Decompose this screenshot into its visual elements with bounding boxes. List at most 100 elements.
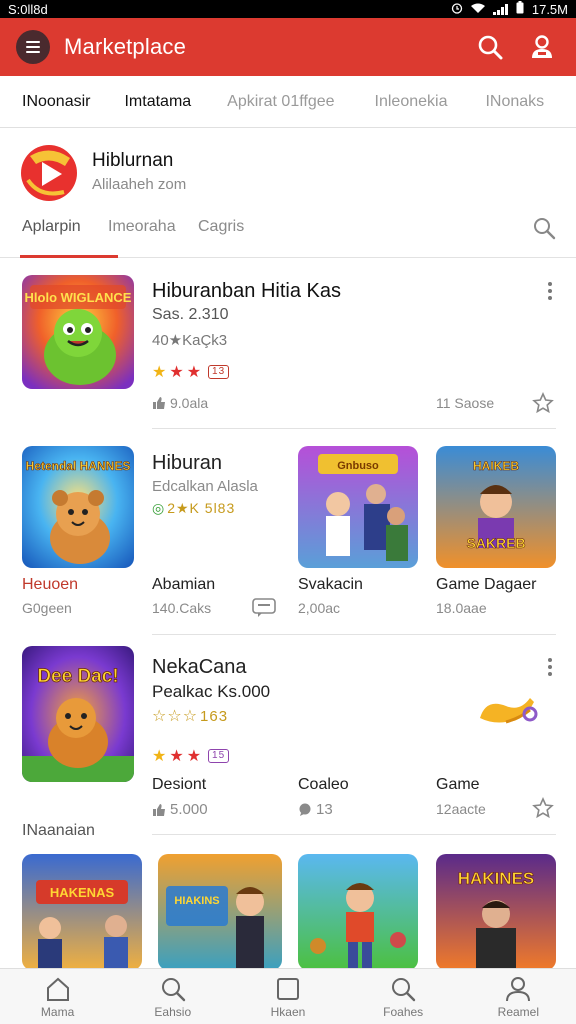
bottom-navigation: Mama Eahsio Hkaen Foahes Reamel xyxy=(0,968,576,1024)
svg-text:SAKREB: SAKREB xyxy=(466,535,525,551)
alarm-icon xyxy=(451,2,463,17)
app-thumbnail[interactable]: Hetendal HANNES xyxy=(22,446,134,568)
app-title[interactable]: NekaCana xyxy=(152,656,247,679)
app-bar: Marketplace xyxy=(0,18,576,76)
chat-icon[interactable] xyxy=(252,598,276,623)
star-outline-icon xyxy=(532,797,554,819)
app-label-6: Coaleo xyxy=(298,776,349,793)
bookmark-button[interactable] xyxy=(532,392,554,419)
svg-text:HAKENAS: HAKENAS xyxy=(50,885,115,900)
developer-tabs: Aplarpin Imeoraha Cagris xyxy=(0,210,576,258)
svg-text:HIAKINS: HIAKINS xyxy=(174,895,219,907)
tab-reviews[interactable]: Imeoraha xyxy=(108,218,176,236)
svg-text:HAIKEB: HAIKEB xyxy=(473,459,519,473)
featured-app-thumbnail[interactable]: Hlolo WIGLANCE xyxy=(22,275,134,389)
svg-text:HAKINES: HAKINES xyxy=(458,869,535,888)
developer-name: Hiblurnan xyxy=(92,150,174,171)
tab-indicator xyxy=(20,255,118,258)
nav-home[interactable]: Mama xyxy=(13,969,103,1024)
carrier-text: S:0ll8d xyxy=(8,1,48,17)
app-label-7: Game xyxy=(436,776,480,793)
profile-icon xyxy=(506,977,531,1002)
thumbs-up-icon xyxy=(153,397,165,409)
tab-category-2[interactable]: Imtatama xyxy=(90,93,191,111)
battery-icon xyxy=(516,1,524,17)
tab-category-5[interactable]: INonaks xyxy=(447,93,544,111)
app-rating: ★ ★ ★ 15 xyxy=(152,746,230,766)
app-title[interactable]: Hiburan xyxy=(152,452,222,475)
nav-search[interactable]: Eahsio xyxy=(128,969,218,1024)
rating-badge: 13 xyxy=(208,365,230,379)
square-icon xyxy=(276,978,299,1000)
app-label-1: Heuoen xyxy=(22,576,79,593)
app-price: Pealkac Ks.000 xyxy=(152,682,271,701)
rating-badge: 15 xyxy=(208,749,230,763)
search-icon xyxy=(161,978,185,1002)
search-icon xyxy=(478,35,503,60)
tab-categories[interactable]: Cagris xyxy=(198,218,244,236)
more-options-button[interactable] xyxy=(544,282,556,300)
featured-app-downloads: 9.0ala xyxy=(152,395,208,411)
category-tabs: INoonasir Imtatama Apkirat 01ffgee Inleo… xyxy=(0,76,576,128)
featured-app-price: Sas. 2.310 xyxy=(152,306,229,323)
app-thumbnail-6[interactable]: HIAKINS xyxy=(158,854,282,970)
app-label-2: Abamian xyxy=(152,576,216,593)
section-label: INaanaian xyxy=(22,822,95,839)
app-thumbnail-7[interactable] xyxy=(298,854,418,970)
developer-subtitle: Alilaaheh zom xyxy=(92,176,187,193)
app-sublabel-1: G0geen xyxy=(22,600,72,616)
more-options-button[interactable] xyxy=(544,658,556,676)
app-sublabel-2: 140.Caks xyxy=(152,600,212,616)
featured-app-title[interactable]: Hiburanban Hitia Kas xyxy=(152,280,341,303)
star-outline-icon xyxy=(532,392,554,414)
app-rating-row: ☆☆☆ 163 xyxy=(152,707,229,726)
developer-search-button[interactable] xyxy=(532,216,556,245)
wifi-icon xyxy=(470,2,485,17)
app-label-5: Desiont xyxy=(152,776,207,793)
divider xyxy=(152,834,556,835)
tab-category-1[interactable]: INoonasir xyxy=(0,93,90,111)
account-icon xyxy=(532,35,552,58)
nav-discover[interactable]: Foahes xyxy=(358,969,448,1024)
search-button[interactable] xyxy=(472,29,508,65)
app-thumbnail-3[interactable]: HAIKEB SAKREB xyxy=(436,446,556,568)
app-thumbnail-2[interactable]: Gnbuso xyxy=(298,446,418,568)
app-label-4: Game Dagaer xyxy=(436,576,537,593)
svg-text:Hetendal HANNES: Hetendal HANNES xyxy=(26,459,131,473)
app-sublabel-7: 12aacte xyxy=(436,801,486,817)
svg-text:Hlolo WIGLANCE: Hlolo WIGLANCE xyxy=(25,290,132,305)
featured-app-rank: 40★KaÇk3 xyxy=(152,332,228,349)
app-title: Marketplace xyxy=(64,34,187,59)
nav-library[interactable]: Hkaen xyxy=(243,969,333,1024)
app-label-3: Svakacin xyxy=(298,576,363,593)
menu-button[interactable] xyxy=(16,30,50,64)
app-thumbnail-8[interactable]: HAKINES xyxy=(436,854,556,970)
genie-lamp-icon xyxy=(476,688,538,737)
tab-apps[interactable]: Aplarpin xyxy=(22,218,81,236)
status-bar: S:0ll8d 17.5M xyxy=(0,0,576,18)
app-subtitle: Edcalkan Alasla xyxy=(152,478,258,495)
divider xyxy=(152,634,556,635)
account-button[interactable] xyxy=(524,29,560,65)
app-thumbnail-4[interactable]: Dee Dac! xyxy=(22,646,134,782)
search-icon xyxy=(534,218,556,240)
search-icon xyxy=(392,978,416,1002)
developer-header: Hiblurnan Alilaaheh zom Aplarpin Imeorah… xyxy=(0,128,576,258)
app-comments: 13 xyxy=(298,801,333,818)
tab-category-3[interactable]: Apkirat 01ffgee xyxy=(191,93,334,111)
nav-profile[interactable]: Reamel xyxy=(473,969,563,1024)
featured-app-size: 11 Saose xyxy=(436,395,495,411)
tab-category-4[interactable]: Inleonekia xyxy=(335,93,448,111)
bookmark-button[interactable] xyxy=(532,797,554,824)
app-thumbnail-5[interactable]: HAKENAS xyxy=(22,854,142,970)
comment-icon xyxy=(299,803,311,816)
app-meta: ◎ 2★K 5l83 xyxy=(152,500,236,516)
divider xyxy=(152,428,556,429)
featured-app-rating: ★ ★ ★ 13 xyxy=(152,362,230,382)
svg-text:Gnbuso: Gnbuso xyxy=(337,460,379,472)
developer-logo[interactable] xyxy=(20,144,78,202)
clock-text: 17.5M xyxy=(531,1,568,17)
svg-text:Dee Dac!: Dee Dac! xyxy=(37,666,118,687)
app-sublabel-3: 2,00ac xyxy=(298,600,341,616)
app-downloads: 5.000 xyxy=(152,801,208,818)
